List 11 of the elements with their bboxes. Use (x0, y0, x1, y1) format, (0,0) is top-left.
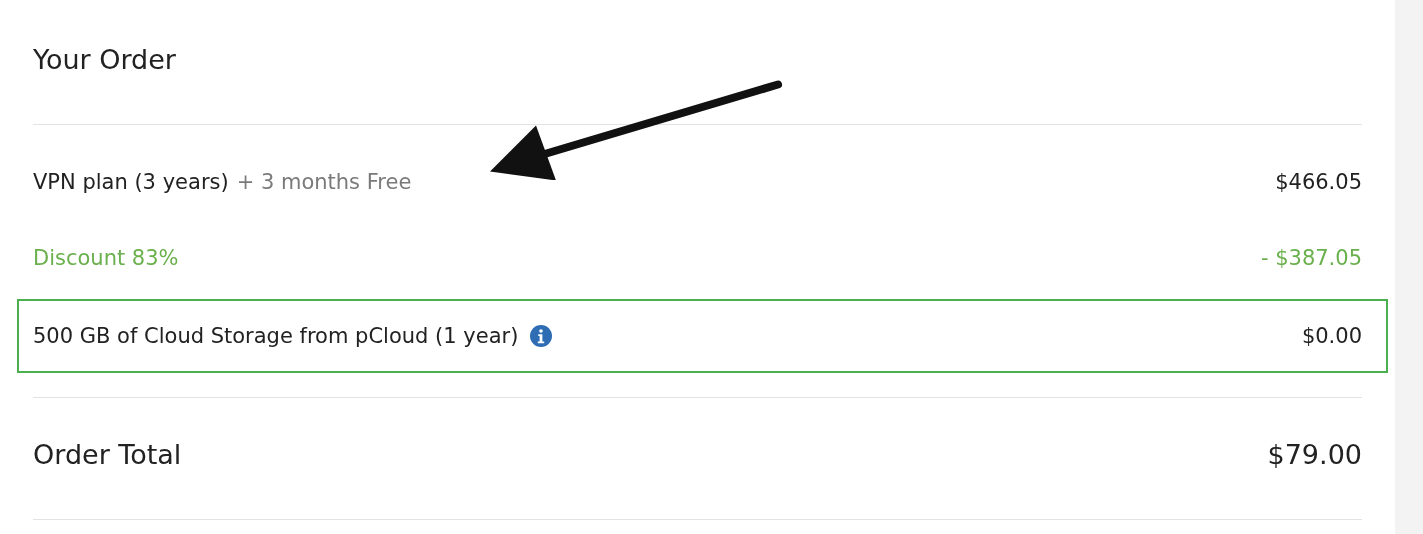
item-price: $466.05 (1275, 170, 1362, 194)
item-label: Discount 83% (33, 246, 179, 270)
total-label: Order Total (33, 438, 182, 470)
item-price: $0.00 (1301, 324, 1362, 348)
item-label: 500 GB of Cloud Storage from pCloud (1 year) (33, 324, 519, 348)
total-price: $79.00 (1267, 438, 1362, 470)
item-note: + 3 months Free (236, 170, 412, 194)
info-icon[interactable] (530, 325, 553, 347)
order-title: Your Order (33, 43, 177, 77)
item-label: VPN plan (3 years) (33, 170, 229, 194)
item-price: - $387.05 (1260, 246, 1362, 270)
